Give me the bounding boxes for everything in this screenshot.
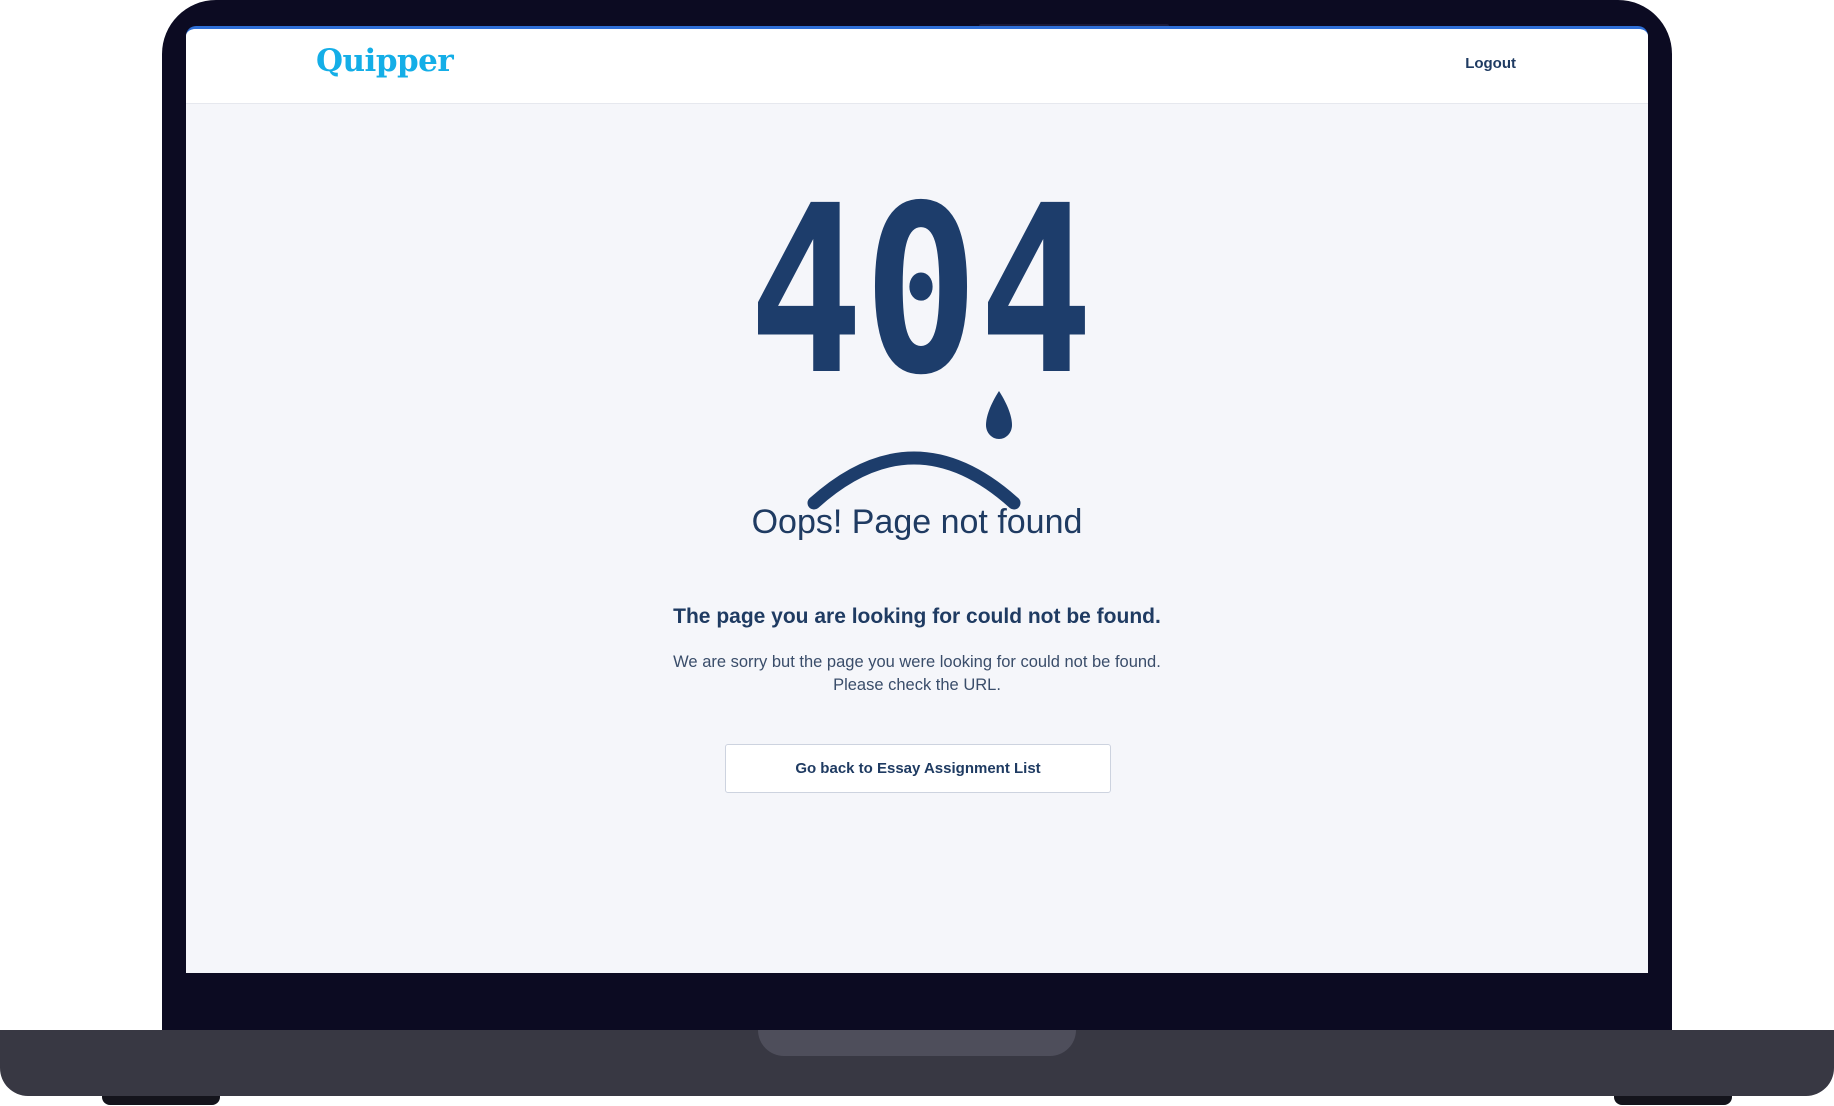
laptop-foot-left bbox=[102, 1096, 220, 1105]
error-description: We are sorry but the page you were looki… bbox=[186, 651, 1648, 697]
description-line: Please check the URL. bbox=[833, 676, 1001, 694]
error-code: 404 bbox=[749, 197, 1094, 426]
error-subtitle: The page you are looking for could not b… bbox=[673, 605, 1161, 628]
laptop-notch bbox=[758, 1030, 1076, 1056]
laptop-mockup: Quipper Logout 404 Oops! Page not found … bbox=[0, 0, 1834, 1106]
error-title: Oops! Page not found bbox=[751, 503, 1083, 541]
laptop-foot-right bbox=[1614, 1096, 1732, 1105]
quipper-logo[interactable]: Quipper bbox=[316, 43, 454, 79]
app-header: Quipper Logout bbox=[186, 29, 1648, 104]
screen: Quipper Logout 404 Oops! Page not found … bbox=[186, 26, 1648, 973]
error-illustration: 404 bbox=[749, 197, 1094, 510]
description-line: We are sorry but the page you were looki… bbox=[673, 653, 1161, 671]
sad-mouth-icon bbox=[807, 451, 1021, 510]
back-to-list-button[interactable]: Go back to Essay Assignment List bbox=[725, 744, 1111, 793]
logout-link[interactable]: Logout bbox=[1465, 55, 1516, 72]
